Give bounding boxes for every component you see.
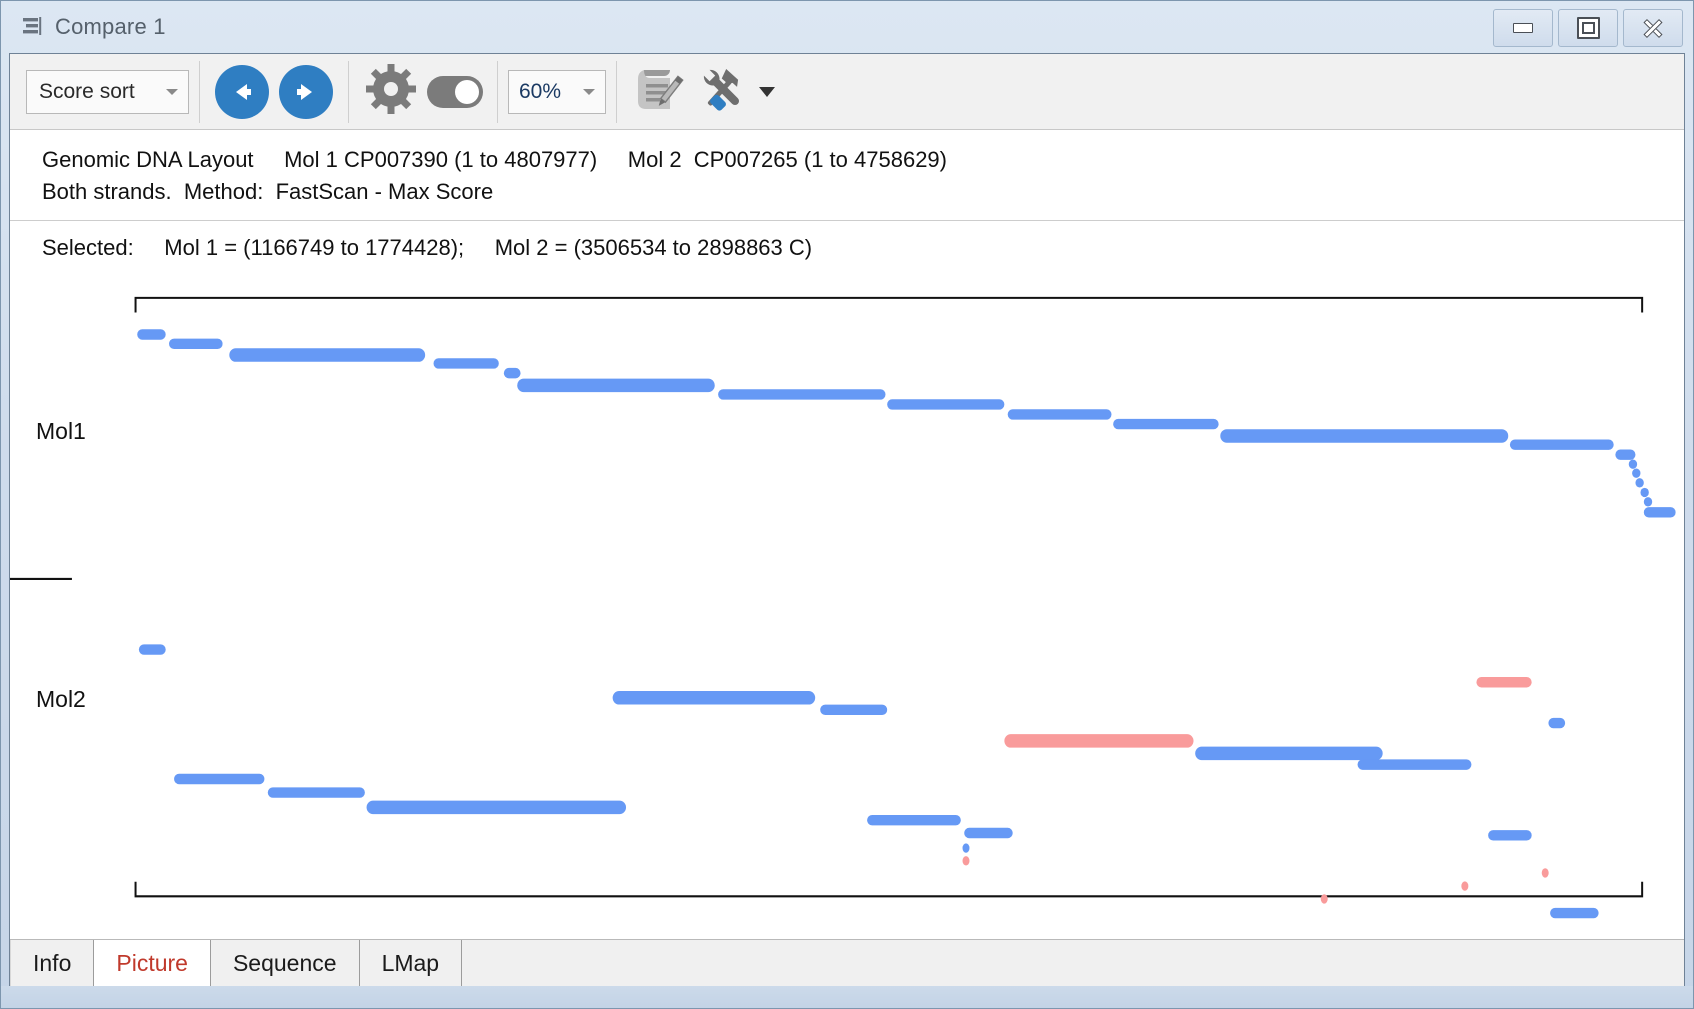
match-segment[interactable] (1550, 907, 1599, 919)
settings-button[interactable] (359, 60, 423, 124)
chevron-down-icon (583, 88, 595, 95)
match-segment[interactable] (612, 691, 816, 705)
tab-info[interactable]: Info (10, 940, 95, 986)
mol1-axis-bracket (134, 296, 1644, 313)
match-segment[interactable] (1004, 734, 1194, 748)
layout-info-line-2: Both strands. Method: FastScan - Max Sco… (42, 179, 494, 204)
tab-label: Picture (116, 949, 188, 976)
match-segment[interactable] (962, 843, 970, 853)
selection-info-text: Selected: Mol 1 = (1166749 to 1774428); … (42, 235, 813, 260)
layout-info: Genomic DNA Layout Mol 1 CP007390 (1 to … (10, 130, 1684, 221)
layout-info-line-1: Genomic DNA Layout Mol 1 CP007390 (1 to … (42, 147, 947, 172)
toggle-switch-icon (427, 75, 483, 108)
comparison-plot-canvas[interactable] (10, 275, 1684, 939)
toolbar-divider (199, 60, 200, 123)
toolbar: Score sort 60% (10, 54, 1684, 130)
display-toggle[interactable] (423, 60, 487, 124)
mol1-segments (137, 329, 1676, 518)
match-segment[interactable] (517, 378, 715, 393)
match-segment[interactable] (366, 800, 627, 815)
match-segment[interactable] (1541, 868, 1549, 878)
tab-label: LMap (381, 949, 440, 976)
match-segment[interactable] (1113, 418, 1219, 430)
maximize-icon (1576, 17, 1600, 39)
gear-icon (365, 63, 417, 120)
match-segment[interactable] (267, 787, 365, 798)
mol2-segments (138, 644, 1599, 919)
match-segment[interactable] (887, 399, 1005, 410)
client-area: Score sort 60% Genomic DNA Layout Mol 1 … (9, 53, 1685, 986)
tab-lmap[interactable]: LMap (359, 940, 463, 986)
match-segment[interactable] (1643, 507, 1676, 518)
arrow-left-icon (215, 64, 269, 119)
document-edit-icon (632, 62, 686, 121)
match-segment[interactable] (1488, 830, 1532, 841)
minimize-icon (1513, 23, 1533, 33)
mol2-track-label: Mol2 (36, 686, 86, 712)
chevron-down-icon (166, 88, 178, 95)
match-segment[interactable] (1220, 429, 1509, 443)
match-segment[interactable] (1320, 894, 1328, 904)
tab-picture[interactable]: Picture (94, 940, 211, 986)
match-segment[interactable] (1195, 746, 1383, 761)
sort-select-value: Score sort (39, 79, 135, 103)
match-segment[interactable] (964, 827, 1013, 839)
match-segment[interactable] (137, 329, 166, 340)
tab-strip: Info Picture Sequence LMap (10, 939, 1684, 986)
mol2-axis-bracket (134, 881, 1644, 898)
toolbar-divider (348, 60, 349, 123)
tools-button[interactable] (691, 60, 755, 124)
match-segment[interactable] (174, 773, 265, 785)
match-segment[interactable] (1476, 677, 1532, 688)
match-segment[interactable] (718, 389, 886, 400)
dropdown-caret-icon[interactable] (759, 86, 775, 97)
match-segment[interactable] (169, 338, 223, 350)
tab-sequence[interactable]: Sequence (210, 940, 360, 986)
match-segment[interactable] (1640, 487, 1649, 498)
match-segment[interactable] (138, 644, 166, 655)
match-segment[interactable] (1007, 409, 1112, 420)
toolbar-divider (616, 60, 617, 123)
match-segment[interactable] (1548, 717, 1566, 729)
match-segment[interactable] (503, 367, 521, 379)
next-button[interactable] (274, 60, 338, 124)
tab-label: Info (33, 949, 72, 976)
axis-brackets (134, 296, 1644, 898)
previous-button[interactable] (210, 60, 274, 124)
report-button[interactable] (627, 60, 691, 124)
match-segment[interactable] (229, 348, 426, 362)
tab-label: Sequence (232, 949, 337, 976)
match-segment[interactable] (1643, 497, 1653, 507)
window-title: Compare 1 (55, 14, 166, 39)
selection-info: Selected: Mol 1 = (1166749 to 1774428); … (10, 221, 1684, 275)
zoom-select-value: 60% (519, 79, 562, 103)
match-segment[interactable] (820, 704, 888, 716)
arrow-right-icon (279, 64, 333, 119)
match-segment[interactable] (1461, 881, 1469, 891)
match-segment[interactable] (1632, 468, 1641, 478)
match-segment[interactable] (1357, 759, 1472, 770)
compare-layout-icon (19, 14, 45, 40)
wrench-hammer-icon (696, 62, 750, 121)
close-icon (1642, 17, 1664, 39)
status-bar (1, 986, 1693, 1008)
minimize-button[interactable] (1493, 9, 1553, 47)
toolbar-divider (497, 60, 498, 123)
match-segment[interactable] (1509, 439, 1614, 450)
sort-select[interactable]: Score sort (26, 69, 189, 114)
zoom-select[interactable]: 60% (508, 69, 606, 114)
match-segment[interactable] (1615, 449, 1636, 460)
title-bar: Compare 1 (1, 1, 1693, 53)
window-controls (1493, 9, 1683, 47)
close-button[interactable] (1623, 9, 1683, 47)
maximize-button[interactable] (1558, 9, 1618, 47)
compare-window: Compare 1 Score sort 60% Genomic DNA Lay… (0, 0, 1694, 1009)
match-segment[interactable] (867, 814, 961, 826)
mol1-track-label: Mol1 (36, 418, 86, 444)
match-segment[interactable] (1635, 478, 1644, 488)
match-segment[interactable] (433, 358, 499, 369)
comparison-plot[interactable]: Mol1 Mol2 (10, 275, 1684, 939)
match-segment[interactable] (962, 856, 970, 866)
match-segment[interactable] (1628, 459, 1638, 469)
